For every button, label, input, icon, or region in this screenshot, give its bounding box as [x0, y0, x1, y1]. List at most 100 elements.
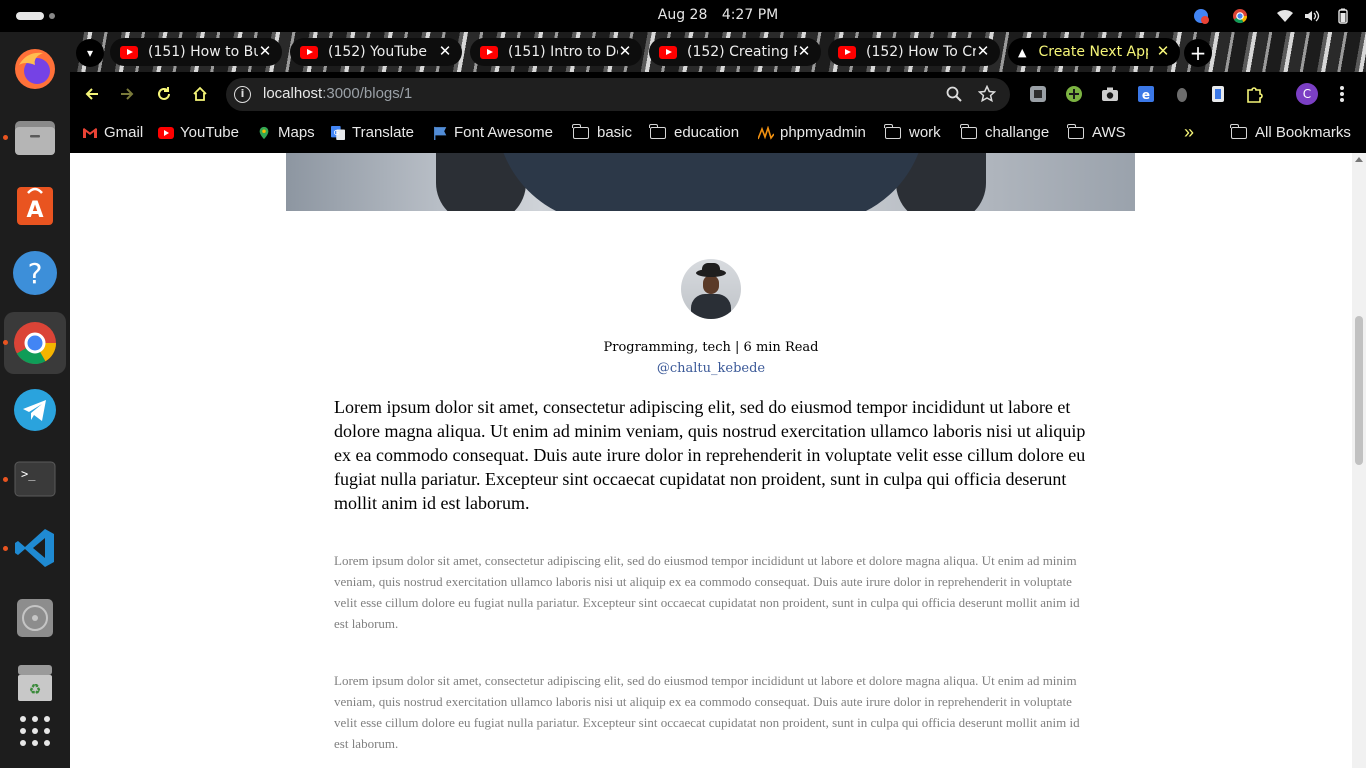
bookmark-folder-work[interactable]: work — [884, 123, 941, 141]
bookmark-label: AWS — [1092, 124, 1126, 141]
site-info-icon[interactable]: i — [234, 86, 251, 103]
bookmark-folder-aws[interactable]: AWS — [1067, 123, 1126, 141]
trash-icon[interactable]: ♻ — [12, 660, 58, 706]
profile-initial: C — [1302, 87, 1312, 101]
bookmark-youtube[interactable]: YouTube — [158, 124, 239, 141]
close-icon[interactable]: ✕ — [436, 42, 454, 62]
address-bar[interactable]: i localhost:3000/blogs/1 — [226, 78, 1010, 111]
running-indicator — [3, 546, 8, 551]
terminal-icon[interactable]: >_ — [12, 455, 58, 501]
arrow-right-icon — [121, 88, 134, 100]
extension-screenshot-icon[interactable] — [1028, 84, 1048, 104]
profile-avatar[interactable]: C — [1296, 83, 1318, 105]
bookmark-maps[interactable]: Maps — [256, 124, 315, 141]
svg-text:?: ? — [28, 257, 43, 290]
back-button[interactable] — [80, 82, 104, 106]
tab-active[interactable]: ▲ Create Next App ✕ — [1008, 38, 1180, 66]
volume-icon[interactable] — [1303, 7, 1321, 25]
app-center-icon[interactable]: A — [12, 182, 58, 228]
help-icon[interactable]: ? — [12, 250, 58, 296]
gmail-icon — [83, 127, 97, 138]
bookmark-label: YouTube — [180, 124, 239, 141]
bookmark-label: Translate — [352, 124, 414, 141]
clock[interactable]: Aug 28 4:27 PM — [0, 7, 1366, 23]
telegram-icon[interactable] — [12, 387, 58, 433]
menu-kebab-icon[interactable] — [1332, 84, 1352, 104]
new-tab-button[interactable]: + — [1184, 39, 1212, 67]
extension-docs-icon[interactable] — [1208, 84, 1228, 104]
page-viewport[interactable]: Programming, tech | 6 min Read @chaltu_k… — [70, 153, 1366, 768]
tab-3[interactable]: (151) Intro to De ✕ — [470, 38, 642, 66]
tab-4[interactable]: (152) Creating P ✕ — [649, 38, 821, 66]
all-bookmarks-button[interactable]: All Bookmarks — [1230, 123, 1351, 141]
maps-icon — [259, 126, 269, 139]
folder-icon — [572, 123, 589, 139]
scrollbar-thumb[interactable] — [1355, 316, 1363, 465]
bookmark-star-icon[interactable] — [977, 84, 997, 107]
bookmarks-bar: Gmail YouTube Maps G Translate Font Awes… — [70, 116, 1366, 153]
extension-translate-icon[interactable]: e — [1136, 84, 1156, 104]
bookmark-label: phpmyadmin — [780, 124, 866, 141]
bookmark-font-awesome[interactable]: Font Awesome — [432, 124, 553, 141]
vscode-icon[interactable] — [12, 525, 58, 571]
battery-icon[interactable] — [1334, 7, 1352, 25]
youtube-icon — [158, 126, 174, 139]
close-icon[interactable]: ✕ — [256, 42, 274, 62]
post-meta: Programming, tech | 6 min Read — [603, 340, 819, 355]
scroll-up-arrow-icon[interactable] — [1355, 157, 1363, 162]
show-apps-icon[interactable] — [12, 708, 58, 754]
close-icon[interactable]: ✕ — [795, 42, 813, 62]
tab-label: (151) Intro to De — [508, 44, 618, 60]
avatar-detail — [703, 275, 719, 294]
wifi-icon[interactable] — [1276, 7, 1294, 25]
url-host: localhost — [263, 85, 323, 102]
triangle-icon: ▲ — [1018, 45, 1027, 59]
blog-hero-image — [286, 153, 1135, 211]
date-label: Aug 28 — [657, 7, 708, 23]
forward-button[interactable] — [115, 82, 139, 106]
tab-2[interactable]: (152) YouTube ✕ — [290, 38, 462, 66]
author-handle-link[interactable]: @chaltu_kebede — [70, 361, 1352, 376]
close-icon[interactable]: ✕ — [974, 42, 992, 62]
close-icon[interactable]: ✕ — [616, 42, 634, 62]
bookmark-gmail[interactable]: Gmail — [82, 124, 143, 141]
bookmark-translate[interactable]: G Translate — [330, 124, 414, 141]
chrome-tray-icon[interactable] — [1231, 7, 1249, 25]
bookmark-folder-education[interactable]: education — [649, 123, 739, 141]
reload-button[interactable] — [152, 82, 176, 106]
folder-icon — [1230, 123, 1247, 139]
youtube-icon — [120, 45, 138, 59]
extension-plus-icon[interactable] — [1064, 84, 1084, 104]
camera-icon[interactable] — [1100, 84, 1120, 104]
bookmarks-overflow-button[interactable]: » — [1184, 122, 1194, 143]
tab-5[interactable]: (152) How To Cr ✕ — [828, 38, 1000, 66]
files-icon[interactable] — [12, 114, 58, 160]
page-scrollbar[interactable] — [1352, 153, 1366, 768]
svg-text:>_: >_ — [21, 467, 36, 481]
chrome-icon[interactable] — [12, 320, 58, 366]
chevron-down-icon: ▾ — [86, 46, 94, 60]
avatar-detail — [702, 263, 720, 273]
zoom-icon[interactable] — [946, 86, 962, 106]
notification-app-icon[interactable] — [1192, 7, 1210, 25]
bookmark-label: challange — [985, 124, 1050, 141]
body-paragraph-2: Lorem ipsum dolor sit amet, consectetur … — [334, 673, 1080, 751]
home-button[interactable] — [188, 82, 212, 106]
bookmark-label: Gmail — [104, 124, 144, 141]
extension-bug-icon[interactable] — [1172, 84, 1192, 104]
svg-text:G: G — [334, 128, 339, 136]
firefox-icon[interactable] — [12, 46, 58, 92]
close-icon[interactable]: ✕ — [1154, 42, 1172, 62]
bookmark-folder-basic[interactable]: basic — [572, 123, 632, 141]
url-text[interactable]: localhost:3000/blogs/1 — [263, 85, 412, 102]
bookmark-phpmyadmin[interactable]: phpmyadmin — [758, 124, 866, 141]
extensions-puzzle-icon[interactable] — [1244, 84, 1264, 104]
disk-utility-icon[interactable] — [12, 594, 58, 640]
tab-label: (152) How To Cr — [866, 44, 976, 60]
tab-1[interactable]: (151) How to Bu ✕ — [110, 38, 282, 66]
lead-paragraph: Lorem ipsum dolor sit amet, consectetur … — [334, 397, 1086, 513]
tab-search-button[interactable]: ▾ — [76, 39, 104, 67]
all-bookmarks-label: All Bookmarks — [1255, 124, 1351, 141]
author-avatar[interactable] — [681, 259, 741, 319]
bookmark-folder-challange[interactable]: challange — [960, 123, 1050, 141]
